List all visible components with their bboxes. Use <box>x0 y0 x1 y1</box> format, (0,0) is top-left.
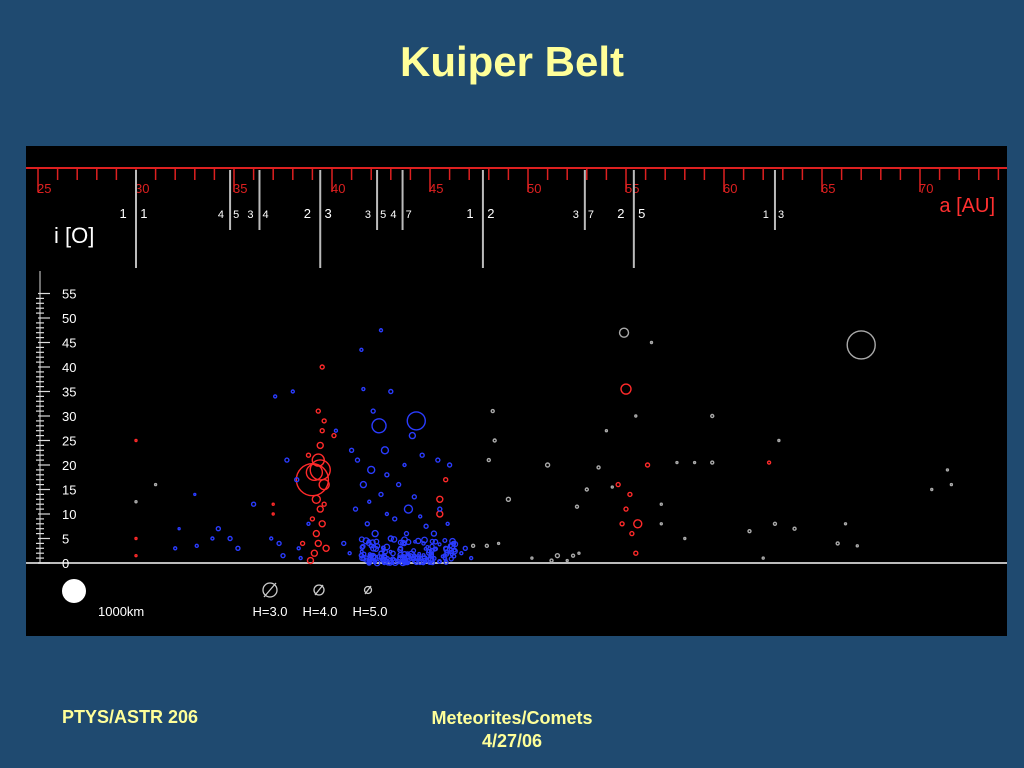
x-axis-label: a [AU] <box>939 195 995 217</box>
resonance-label: 3 5 <box>365 209 389 221</box>
size-legend-scale-circle <box>62 579 86 603</box>
y-tick-label: 10 <box>62 507 76 522</box>
y-tick-label: 30 <box>62 409 76 424</box>
y-axis-label: i [O] <box>54 223 94 248</box>
size-legend-h4-label: H=4.0 <box>302 604 337 619</box>
x-tick-label: 30 <box>135 181 149 196</box>
slide-title: Kuiper Belt <box>399 38 625 85</box>
resonance-label: 2 3 <box>304 206 337 221</box>
resonance-label: 1 3 <box>763 209 787 221</box>
size-legend-scale-label: 1000km <box>98 604 144 619</box>
footer-topic: Meteorites/Comets 4/27/06 <box>360 707 664 753</box>
x-tick-label: 50 <box>527 181 541 196</box>
y-tick-label: 35 <box>62 385 76 400</box>
resonance-label: 1 2 <box>466 206 499 221</box>
y-tick-label: 25 <box>62 434 76 449</box>
x-tick-label: 70 <box>919 181 933 196</box>
resonance-label: 1 1 <box>119 206 152 221</box>
kuiper-belt-chart: 25 30 35 40 45 50 55 60 65 70 1 14 53 42 33 54 71… <box>26 146 1007 636</box>
footer-topic-line: Meteorites/Comets <box>431 708 593 728</box>
x-tick-label: 35 <box>233 181 247 196</box>
x-tick-label: 55 <box>625 181 639 196</box>
footer-date: 4/27/06 <box>481 731 543 751</box>
resonance-label: 2 5 <box>617 206 650 221</box>
resonance-label: 3 4 <box>247 209 271 221</box>
x-tick-label: 45 <box>429 181 443 196</box>
y-tick-label: 5 <box>62 532 69 547</box>
y-tick-label: 45 <box>62 336 76 351</box>
footer-course: PTYS/ASTR 206 <box>62 707 199 727</box>
y-tick-label: 40 <box>62 360 76 375</box>
size-legend-h3-label: H=3.0 <box>252 604 287 619</box>
x-tick-label: 65 <box>821 181 835 196</box>
resonance-label: 4 7 <box>390 209 414 221</box>
resonance-label: 4 5 <box>218 209 242 221</box>
x-tick-label: 25 <box>37 181 51 196</box>
x-tick-label: 40 <box>331 181 345 196</box>
y-tick-label: 55 <box>62 287 76 302</box>
y-tick-label: 0 <box>62 556 69 571</box>
x-tick-label: 60 <box>723 181 737 196</box>
resonance-label: 3 7 <box>573 209 597 221</box>
y-tick-label: 20 <box>62 458 76 473</box>
y-tick-label: 15 <box>62 483 76 498</box>
y-tick-label: 50 <box>62 311 76 326</box>
size-legend-h5-label: H=5.0 <box>352 604 387 619</box>
